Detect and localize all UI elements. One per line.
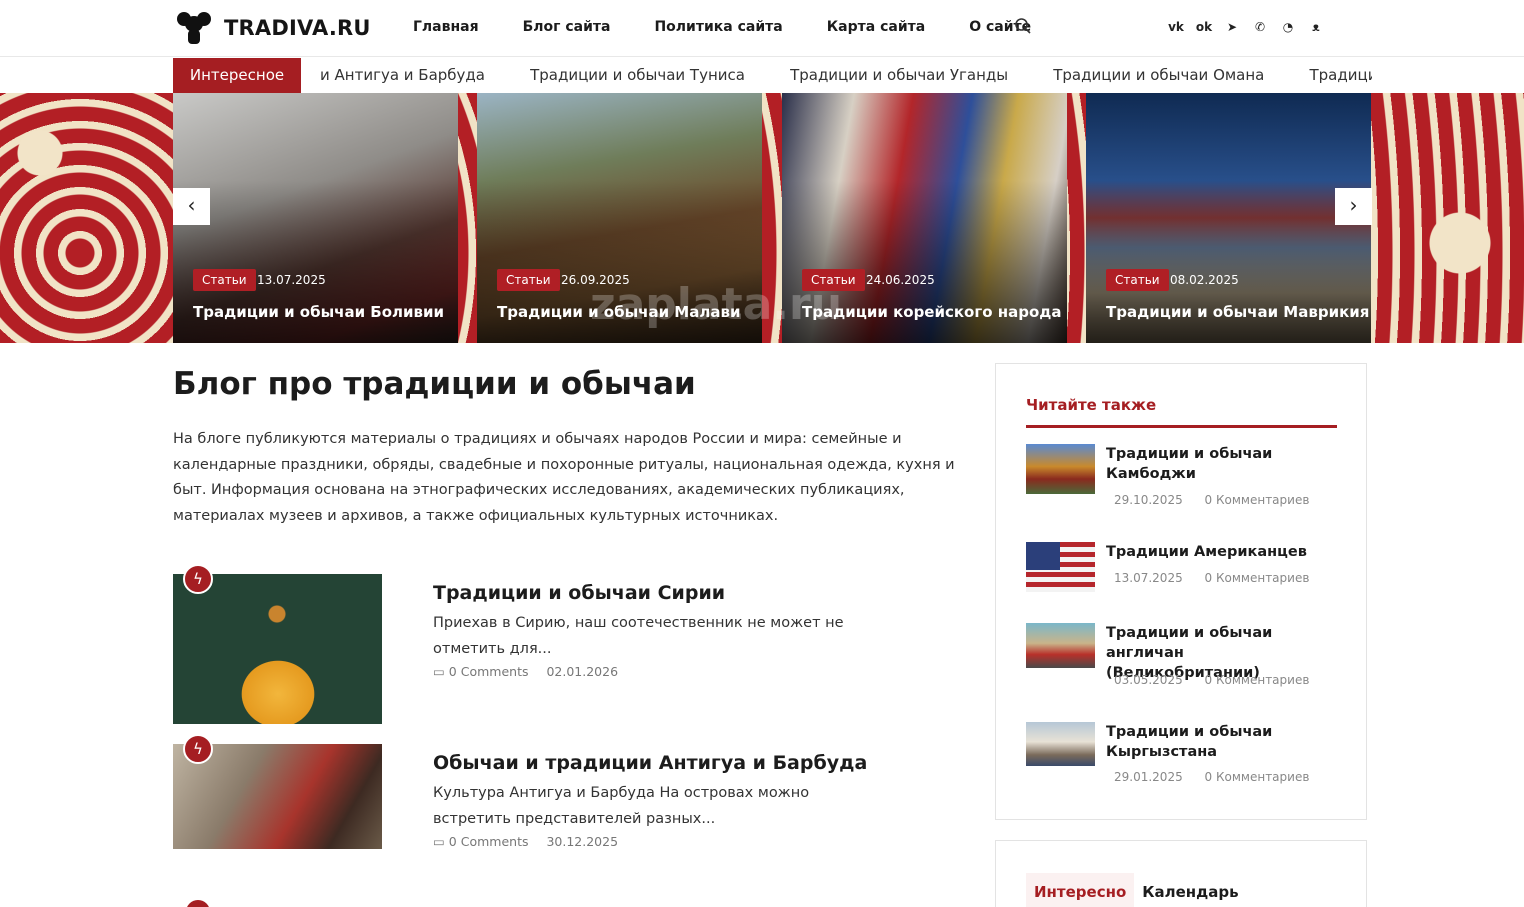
slide-card[interactable]: Статьи 08.02.2025 Традиции и обычаи Мавр…	[1086, 93, 1371, 343]
site-header: TRADIVA.RU Главная Блог сайта Политика с…	[0, 0, 1524, 57]
slide-title[interactable]: Традиции и обычаи Малави	[497, 303, 740, 321]
post-item: ϟ Обычаи и традиции Антигуа и Барбуда Ку…	[173, 734, 893, 849]
sidebar-item-comments: 0 Комментариев	[1204, 770, 1310, 784]
post-title[interactable]: Обычаи и традиции Антигуа и Барбуда	[433, 752, 867, 774]
sidebar-read-also: Читайте также Традиции и обычаи Камбоджи…	[995, 363, 1367, 820]
ticker-item[interactable]: Традиции и обычаи	[1309, 57, 1372, 93]
sidebar-thumbnail[interactable]	[1026, 623, 1095, 668]
ticker-label: Интересное	[173, 58, 301, 93]
logo-text: TRADIVA.RU	[224, 16, 371, 40]
slide-date: 13.07.2025	[257, 273, 326, 287]
slide-card[interactable]: Статьи 24.06.2025 Традиции корейского на…	[782, 93, 1067, 343]
page-title: Блог про традиции и обычаи	[173, 366, 696, 402]
post-meta: ▭ 0 Comments 02.01.2026	[433, 664, 618, 679]
post-meta: ▭ 0 Comments 30.12.2025	[433, 834, 618, 849]
slide-date: 26.09.2025	[561, 273, 630, 287]
post-excerpt: Приехав в Сирию, наш соотечественник не …	[433, 615, 844, 657]
sidebar-item-date: 03.05.2025	[1114, 673, 1183, 687]
sidebar-thumbnail[interactable]	[1026, 542, 1095, 592]
nav-home[interactable]: Главная	[413, 19, 479, 35]
flash-icon: ϟ	[183, 734, 213, 764]
news-ticker: Интересное и Антигуа и Барбуда Традиции …	[0, 57, 1524, 93]
comment-icon: ▭	[433, 664, 445, 679]
sidebar-thumbnail[interactable]	[1026, 444, 1095, 494]
max-icon[interactable]: ᴥ	[1307, 19, 1325, 35]
slide-date: 24.06.2025	[866, 273, 935, 287]
ticker-track: и Антигуа и Барбуда Традиции и обычаи Ту…	[320, 57, 1372, 93]
vk-icon[interactable]: vk	[1167, 19, 1185, 35]
sidebar-item-meta: 29.10.2025 0 Комментариев	[1114, 493, 1309, 507]
nav-blog[interactable]: Блог сайта	[523, 19, 611, 35]
post-title[interactable]: Традиции и обычаи Сирии	[433, 582, 725, 604]
slider-next-button[interactable]: ›	[1335, 188, 1372, 225]
whatsapp-icon[interactable]: ◔	[1279, 19, 1297, 35]
sidebar-item-date: 29.01.2025	[1114, 770, 1183, 784]
post-date: 30.12.2025	[546, 834, 619, 849]
sidebar-item-title[interactable]: Традиции и обычаи Кыргызстана	[1106, 722, 1336, 762]
sidebar-item[interactable]: Традиции и обычаи Кыргызстана 29.01.2025…	[1026, 722, 1337, 792]
nav-sitemap[interactable]: Карта сайта	[827, 19, 925, 35]
post-item: ϟ Традиции и обычаи Сирии Приехав в Сири…	[173, 564, 893, 724]
sidebar-item[interactable]: Традиции Американцев 13.07.2025 0 Коммен…	[1026, 542, 1337, 597]
ticker-item[interactable]: Традиции и обычаи Омана	[1053, 57, 1264, 93]
sidebar-item-date: 29.10.2025	[1114, 493, 1183, 507]
intro-text: На блоге публикуются материалы о традици…	[173, 431, 955, 524]
tab-interesting[interactable]: Интересно	[1026, 873, 1135, 907]
ok-icon[interactable]: ok	[1195, 19, 1213, 35]
sidebar-item-comments: 0 Комментариев	[1204, 571, 1310, 585]
viber-icon[interactable]: ✆	[1251, 19, 1269, 35]
sidebar-thumbnail[interactable]	[1026, 722, 1095, 766]
slide-category-badge[interactable]: Статьи	[497, 269, 560, 291]
sidebar-item-meta: 13.07.2025 0 Комментариев	[1114, 571, 1309, 585]
slide-title[interactable]: Традиции и обычаи Маврикия	[1106, 303, 1369, 321]
sidebar-item-title[interactable]: Традиции Американцев	[1106, 542, 1336, 562]
slide-date: 08.02.2025	[1170, 273, 1239, 287]
slide-title[interactable]: Традиции и обычаи Боливии	[193, 303, 444, 321]
post-date: 02.01.2026	[546, 664, 619, 679]
slide-category-badge[interactable]: Статьи	[802, 269, 865, 291]
site-logo[interactable]: TRADIVA.RU	[176, 10, 371, 46]
slide-category-badge[interactable]: Статьи	[1106, 269, 1169, 291]
sidebar-item-title[interactable]: Традиции и обычаи Камбоджи	[1106, 444, 1336, 484]
social-links: vk ok ➤ ✆ ◔ ᴥ	[1167, 19, 1335, 35]
slider-prev-button[interactable]: ‹	[173, 188, 210, 225]
post-excerpt: Культура Антигуа и Барбуда На островах м…	[433, 785, 810, 827]
slide-card[interactable]: Статьи 26.09.2025 Традиции и обычаи Мала…	[477, 93, 762, 343]
tab-calendar[interactable]: Календарь	[1134, 873, 1246, 907]
sidebar-item-date: 13.07.2025	[1114, 571, 1183, 585]
post-comments[interactable]: 0 Comments	[449, 664, 529, 679]
slide-card[interactable]: Статьи 13.07.2025 Традиции и обычаи Боли…	[173, 93, 458, 343]
cheburashka-logo-icon	[176, 10, 216, 46]
ticker-item[interactable]: Традиции и обычаи Уганды	[790, 57, 1008, 93]
post-comments[interactable]: 0 Comments	[449, 834, 529, 849]
flash-icon: ϟ	[183, 564, 213, 594]
sidebar-item-comments: 0 Комментариев	[1204, 673, 1310, 687]
sidebar-tabs-widget: Интересно Календарь	[995, 840, 1367, 907]
sidebar-item[interactable]: Традиции и обычаи Камбоджи 29.10.2025 0 …	[1026, 444, 1337, 514]
search-icon[interactable]	[1014, 17, 1032, 35]
nav-policy[interactable]: Политика сайта	[654, 19, 782, 35]
slide-category-badge[interactable]: Статьи	[193, 269, 256, 291]
sidebar-item-meta: 03.05.2025 0 Комментариев	[1114, 673, 1309, 687]
sidebar-heading: Читайте также	[1026, 396, 1337, 428]
post-thumbnail[interactable]	[173, 574, 382, 724]
telegram-icon[interactable]: ➤	[1223, 19, 1241, 35]
ticker-item[interactable]: Традиции и обычаи Туниса	[530, 57, 745, 93]
comment-icon: ▭	[433, 834, 445, 849]
sidebar-tabs: Интересно Календарь	[1026, 873, 1247, 907]
sidebar-item-comments: 0 Комментариев	[1204, 493, 1310, 507]
slide-title[interactable]: Традиции корейского народа	[802, 303, 1062, 321]
ticker-item[interactable]: и Антигуа и Барбуда	[320, 57, 485, 93]
flash-icon	[186, 900, 210, 907]
main-nav: Главная Блог сайта Политика сайта Карта …	[413, 19, 1075, 35]
sidebar-item-meta: 29.01.2025 0 Комментариев	[1114, 770, 1309, 784]
featured-slider: Статьи 13.07.2025 Традиции и обычаи Боли…	[0, 93, 1524, 343]
sidebar-item[interactable]: Традиции и обычаи англичан (Великобритан…	[1026, 623, 1337, 693]
